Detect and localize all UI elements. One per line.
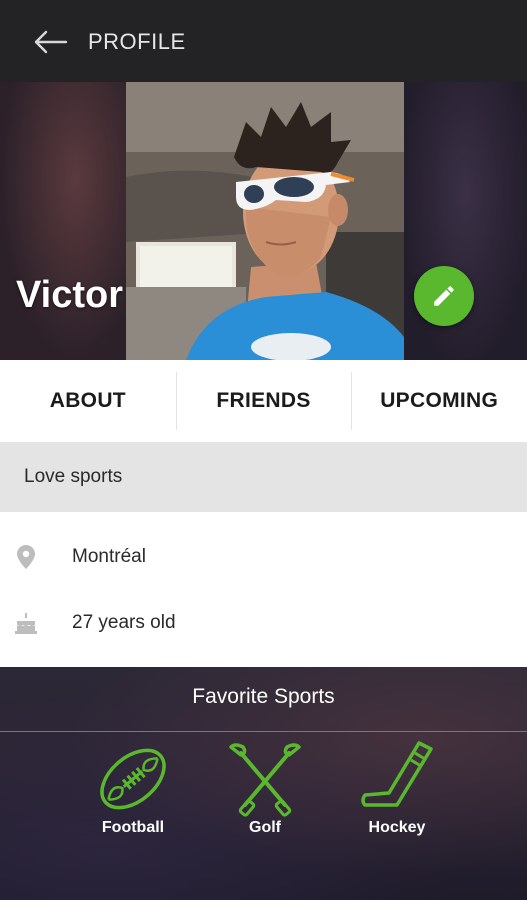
location-pin-icon [14,545,38,569]
hero-background-left [0,82,126,360]
sport-label-football: Football [101,819,165,836]
profile-header: Victor [0,82,527,360]
back-button[interactable] [28,24,72,60]
tab-upcoming[interactable]: UPCOMING [351,360,527,442]
profile-tabs: ABOUT FRIENDS UPCOMING [0,360,527,442]
edit-profile-button[interactable] [414,266,474,326]
birthday-cake-icon [14,611,38,635]
arrow-left-icon [34,30,68,54]
bio-text: Love sports [24,466,123,487]
profile-photo [126,82,404,360]
tab-about[interactable]: ABOUT [0,360,176,442]
bio-section: Love sports [0,442,527,512]
profile-name: Victor [16,274,124,316]
age-text: 27 years old [72,612,176,633]
favorite-sports-title: Favorite Sports [192,685,335,708]
sport-item-golf[interactable]: Golf [210,739,320,849]
hero-background-right [404,82,527,360]
golf-clubs-icon [229,743,301,817]
app-bar: PROFILE [0,0,527,82]
location-row: Montréal [0,524,527,590]
favorite-sports-section: Favorite Sports Football Golf Hockey [0,667,527,900]
divider [0,731,527,732]
location-text: Montréal [72,546,146,567]
sport-item-football[interactable]: Football [78,739,188,849]
sport-label-golf: Golf [249,819,281,836]
hockey-stick-icon [361,741,433,807]
sport-label-hockey: Hockey [368,819,426,836]
tab-friends[interactable]: FRIENDS [175,360,352,442]
age-row: 27 years old [0,590,527,656]
sport-item-hockey[interactable]: Hockey [342,739,452,849]
football-icon [100,748,166,810]
pencil-icon [434,286,454,306]
page-title: PROFILE [88,29,186,54]
